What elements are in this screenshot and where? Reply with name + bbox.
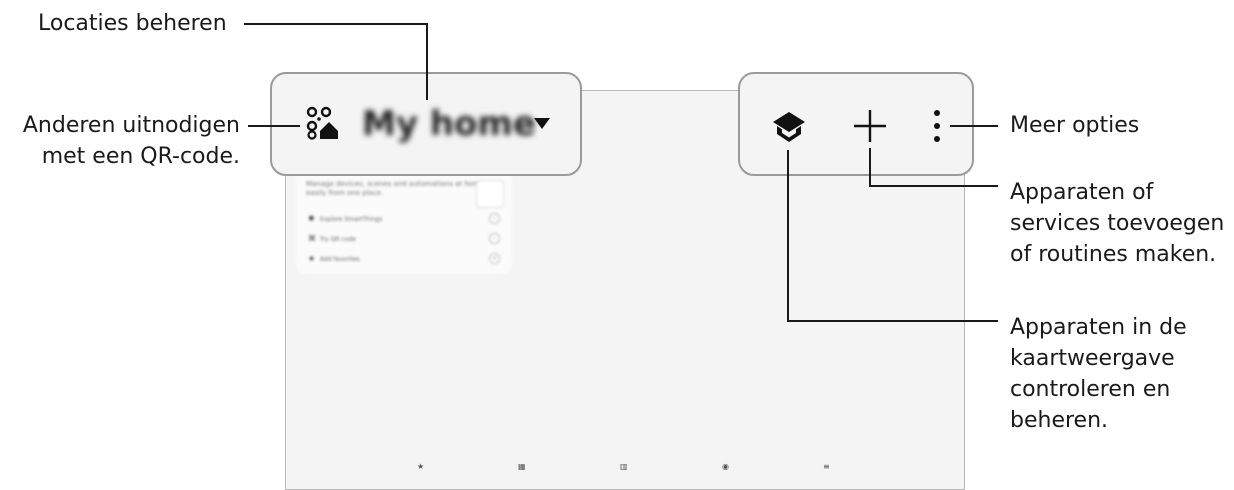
qr-small-icon: ⌘ [308,234,316,243]
card-row-favorites[interactable]: ★ Add favorites [308,254,360,263]
plus-icon[interactable] [852,108,888,144]
label-line: Anderen uitnodigen [22,113,240,138]
label-line: beheren. [1010,408,1109,433]
explore-icon: ✱ [308,214,315,223]
card-row-label: Explore SmartThings [319,216,383,223]
card-row-explore[interactable]: ✱ Explore SmartThings [308,214,382,223]
caret-down-icon[interactable] [534,118,550,129]
home-illustration [476,180,504,208]
label-line: services toevoegen [1010,211,1225,236]
nav-favorites-icon[interactable]: ★ [417,462,424,471]
chevron-right-icon[interactable]: › [489,213,500,224]
label-line: Apparaten in de [1010,315,1187,340]
label-line: Apparaten of [1010,180,1154,205]
card-text-line1: Manage devices, scenes and automations a… [306,180,485,188]
label-line: met een QR-code. [41,144,240,169]
card-text-line2: easily from one place. [306,189,384,197]
label-manage-locations: Locaties beheren [38,11,227,36]
label-invite-others: Anderen uitnodigen met een QR-code. [23,110,240,172]
star-icon: ★ [308,254,316,263]
nav-devices-icon[interactable]: ▦ [518,462,526,471]
label-line: of routines maken. [1010,242,1217,267]
map-view-icon[interactable] [772,110,806,144]
qr-code-home-icon[interactable] [306,106,340,140]
nav-life-icon[interactable]: ▥ [620,462,628,471]
card-row-qr[interactable]: ⌘ Try QR code [308,234,356,243]
card-row-label: Try QR code [319,236,356,243]
more-options-icon[interactable] [930,108,944,144]
label-add-devices: Apparaten of services toevoegen of routi… [1010,177,1224,270]
label-more-options: Meer opties [1010,113,1140,138]
label-line: kaartweergave [1010,346,1175,371]
chevron-right-icon[interactable]: › [489,233,500,244]
nav-routines-icon[interactable]: ◉ [722,462,729,471]
card-row-label: Add favorites [319,256,360,263]
nav-menu-icon[interactable]: ≡ [823,462,830,471]
plus-small-icon[interactable]: + [489,253,500,264]
label-line: controleren en [1010,377,1171,402]
location-title[interactable]: My home [362,104,536,144]
label-map-view: Apparaten in de kaartweergave controlere… [1010,312,1187,436]
